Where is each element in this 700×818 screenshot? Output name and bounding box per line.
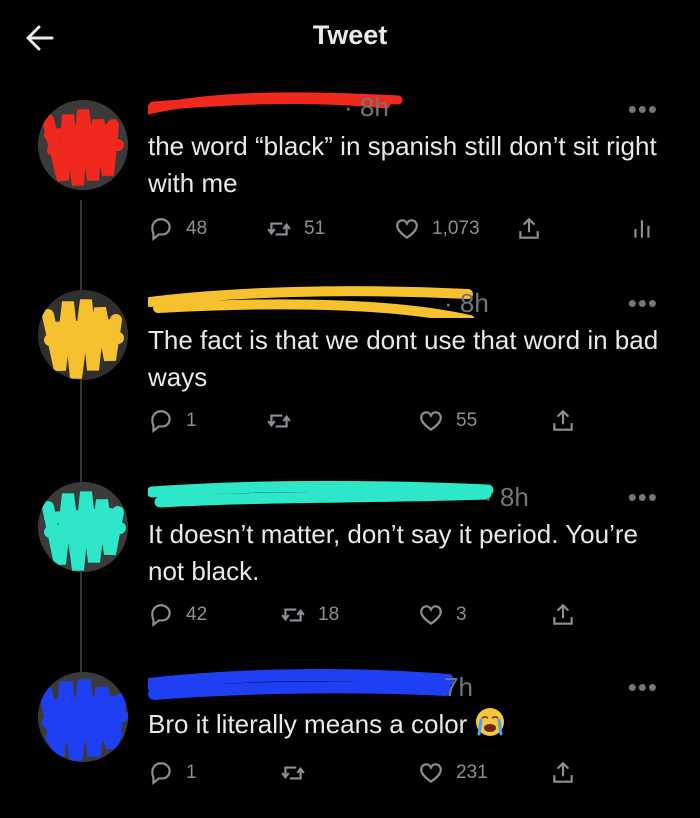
like-count: 3 xyxy=(456,604,467,625)
retweet-icon xyxy=(267,222,291,236)
like-count: 55 xyxy=(456,410,478,431)
reply-icon xyxy=(151,762,171,786)
like-icon xyxy=(420,411,442,431)
reply-button[interactable]: 1 xyxy=(148,404,197,438)
more-icon[interactable]: ••• xyxy=(628,482,658,513)
like-icon xyxy=(396,219,418,239)
more-icon[interactable]: ••• xyxy=(628,672,658,703)
tweet-time: 7h xyxy=(444,672,473,702)
tweet[interactable]: · 8h ••• The fact is that we dont use th… xyxy=(0,276,700,456)
tweet-time: · 8h xyxy=(344,92,389,122)
reply-count: 1 xyxy=(186,762,197,783)
share-icon xyxy=(553,603,573,625)
tweet-actions: 48 51 1,073 xyxy=(148,212,658,246)
tweet-text: the word “black” in spanish still don’t … xyxy=(148,131,657,198)
retweet-button[interactable] xyxy=(280,756,318,790)
retweet-count: 18 xyxy=(318,604,340,625)
more-icon[interactable]: ••• xyxy=(628,288,658,319)
share-icon xyxy=(553,409,573,431)
share-icon xyxy=(519,217,539,239)
avatar[interactable] xyxy=(38,672,128,762)
tweet-text: The fact is that we dont use that word i… xyxy=(148,325,659,392)
analytics-icon xyxy=(634,220,650,238)
avatar[interactable] xyxy=(38,290,128,380)
like-button[interactable]: 3 xyxy=(418,598,467,632)
tweet[interactable]: · 8h ••• It doesn’t matter, don’t say it… xyxy=(0,470,700,650)
tweet-actions: 1 55 xyxy=(148,404,658,438)
like-button[interactable]: 231 xyxy=(418,756,488,790)
reply-icon xyxy=(151,410,171,434)
reply-count: 1 xyxy=(186,410,197,431)
redaction-scribble xyxy=(148,286,475,318)
share-button[interactable] xyxy=(550,598,588,632)
reply-icon xyxy=(151,604,171,628)
redaction-scribble xyxy=(148,669,454,700)
share-button[interactable] xyxy=(516,212,554,246)
like-count: 231 xyxy=(456,762,488,783)
tweet-text: It doesn’t matter, don’t say it period. … xyxy=(148,519,638,586)
retweet-count: 51 xyxy=(304,218,326,239)
retweet-icon xyxy=(281,766,305,780)
reply-icon xyxy=(151,218,171,242)
tweet-text-content: Bro it literally means a color xyxy=(148,709,468,739)
like-icon xyxy=(420,763,442,783)
share-icon xyxy=(553,761,573,783)
tweet-header: 7h xyxy=(148,668,478,702)
tweet-text: Bro it literally means a color xyxy=(148,706,668,743)
retweet-button[interactable]: 18 xyxy=(280,598,339,632)
retweet-icon xyxy=(267,414,291,428)
avatar[interactable] xyxy=(38,100,128,190)
tweet-header: · 8h xyxy=(148,88,408,122)
tweet-actions: 1 231 xyxy=(148,756,658,790)
share-button[interactable] xyxy=(550,404,588,438)
tweet-time: · 8h xyxy=(444,288,489,318)
share-button[interactable] xyxy=(550,756,588,790)
reply-count: 42 xyxy=(186,604,208,625)
reply-button[interactable]: 1 xyxy=(148,756,197,790)
retweet-button[interactable] xyxy=(266,404,304,438)
tweet-header: · 8h xyxy=(148,284,489,318)
avatar[interactable] xyxy=(38,482,128,572)
tweet[interactable]: 7h ••• Bro it literally means a color 1 … xyxy=(0,660,700,818)
like-icon xyxy=(420,605,442,625)
reply-button[interactable]: 48 xyxy=(148,212,207,246)
like-button[interactable]: 1,073 xyxy=(394,212,480,246)
retweet-icon xyxy=(281,608,305,622)
reply-button[interactable]: 42 xyxy=(148,598,207,632)
page-title: Tweet xyxy=(312,20,388,50)
more-icon[interactable]: ••• xyxy=(628,94,658,125)
like-count: 1,073 xyxy=(432,218,480,239)
analytics-button[interactable] xyxy=(630,212,668,246)
redaction-scribble xyxy=(148,480,494,508)
retweet-button[interactable]: 51 xyxy=(266,212,325,246)
reply-count: 48 xyxy=(186,218,208,239)
top-bar: Tweet xyxy=(0,0,700,70)
like-button[interactable]: 55 xyxy=(418,404,477,438)
tweet[interactable]: · 8h ••• the word “black” in spanish sti… xyxy=(0,80,700,260)
tweet-header: · 8h xyxy=(148,478,529,512)
tweet-actions: 42 18 3 xyxy=(148,598,658,632)
tweet-time: · 8h xyxy=(484,482,529,512)
loudly-crying-emoji xyxy=(476,708,505,736)
